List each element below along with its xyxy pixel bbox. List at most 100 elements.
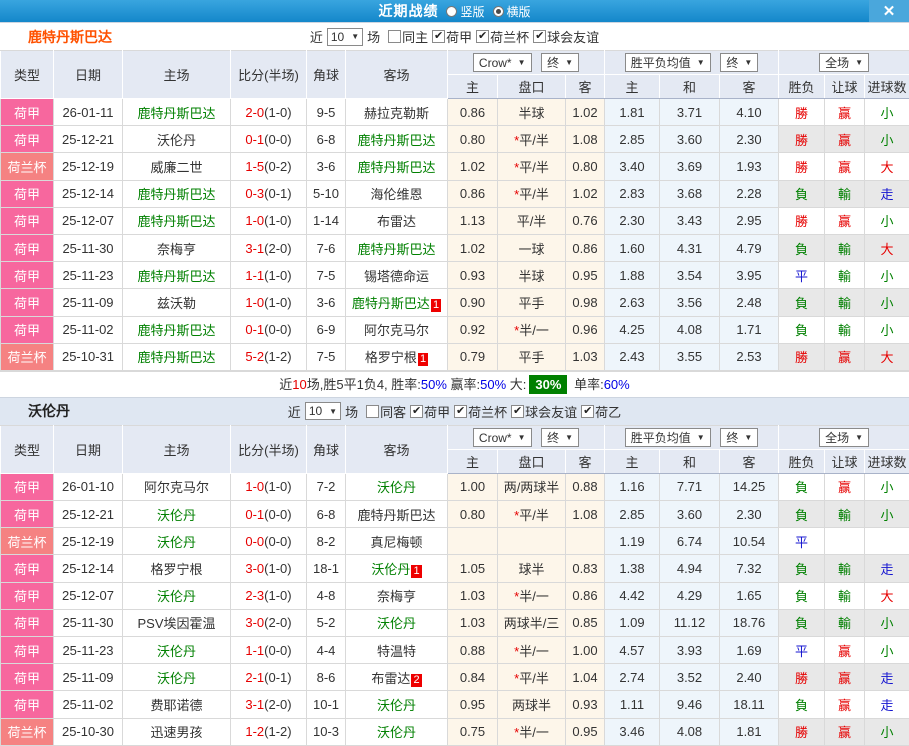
- filter-checkbox[interactable]: ✔ 荷甲: [432, 27, 472, 46]
- match-date-cell: 25-10-31: [53, 342, 123, 371]
- col-header-home: 主场: [122, 50, 231, 99]
- score-cell: 3-1(2-0): [230, 233, 307, 263]
- bookmaker-select[interactable]: Crow* ▼: [472, 428, 532, 448]
- rank-badge: 1: [430, 298, 442, 312]
- avg-draw-cell: 4.31: [659, 233, 720, 263]
- odds-away-cell: 1.03: [565, 342, 605, 371]
- col-header-handicap-result: 让球: [824, 448, 866, 474]
- filter-checkbox[interactable]: ✔ 球会友谊: [533, 27, 599, 46]
- avg-stage-select[interactable]: 终 ▼: [720, 53, 759, 72]
- handicap-result-cell: 輸: [824, 554, 866, 583]
- odds-stage-select[interactable]: 终 ▼: [541, 427, 580, 447]
- match-date-cell: 25-11-30: [53, 233, 123, 263]
- score-cell: 1-0(1-0): [230, 206, 307, 235]
- odds-home-cell: 0.79: [447, 342, 498, 371]
- close-button[interactable]: ✕: [869, 0, 909, 22]
- result-cell: 負: [778, 288, 826, 317]
- col-header-handicap: 盘口: [497, 448, 566, 474]
- checkbox-checked-icon: ✔: [476, 30, 490, 43]
- col-header-odds-home: 主: [447, 74, 498, 99]
- away-team-cell: 奈梅亨: [345, 581, 448, 610]
- bookmaker-select[interactable]: Crow* ▼: [472, 53, 532, 73]
- avg-away-cell: 1.71: [718, 315, 780, 344]
- match-count-select[interactable]: 10 ▼: [304, 402, 342, 421]
- checkbox-checked-icon: ✔: [511, 404, 525, 418]
- avg-select[interactable]: 胜平负均值 ▼: [624, 53, 711, 72]
- odds-home-cell: 0.95: [447, 690, 498, 719]
- col-header-avg-home: 主: [604, 448, 660, 474]
- avg-home-cell: 1.16: [604, 472, 660, 502]
- odds-home-cell: 1.03: [447, 608, 498, 638]
- away-team-cell: 鹿特丹斯巴达 1: [345, 288, 448, 317]
- layout-radio-horizontal[interactable]: 横版: [492, 3, 531, 20]
- filter-checkbox[interactable]: ✔ 荷兰杯: [454, 402, 507, 421]
- away-team-cell: 沃伦丹: [345, 717, 448, 746]
- filter-checkbox[interactable]: ✔ 球会友谊: [511, 402, 577, 421]
- match-date-cell: 25-11-09: [53, 288, 123, 317]
- odds-away-cell: 0.85: [565, 608, 605, 638]
- avg-away-cell: 2.53: [718, 342, 780, 371]
- full-time-score: 1-5: [245, 158, 265, 174]
- handicap-line: 平/半: [519, 187, 549, 203]
- avg-home-cell: 1.81: [604, 97, 660, 127]
- layout-radio-vertical[interactable]: 竖版: [446, 3, 485, 20]
- home-team-name: PSV埃因霍温: [137, 616, 216, 632]
- avg-away-cell: 1.69: [718, 635, 780, 665]
- home-team-name: 奈梅亨: [156, 241, 196, 257]
- col-header-goals: 进球数: [864, 74, 909, 99]
- handicap-line: 平/半: [519, 159, 549, 175]
- match-date-cell: 25-10-30: [53, 717, 123, 746]
- home-team-name: 费耶诺德: [150, 697, 203, 713]
- avg-draw-cell: 3.69: [659, 152, 720, 181]
- avg-home-cell: 1.88: [604, 261, 660, 290]
- away-team-name: 沃伦丹: [376, 616, 416, 632]
- corner-cell: 6-8: [306, 125, 346, 154]
- filter-checkbox[interactable]: 同主: [388, 27, 428, 46]
- col-header-result: 胜负: [778, 74, 826, 99]
- corner-cell: 3-6: [306, 288, 346, 317]
- handicap-line: 平手: [518, 350, 545, 366]
- scope-select[interactable]: 全场 ▼: [819, 427, 869, 447]
- full-time-score: 1-2: [245, 724, 265, 740]
- handicap-line: 两球半: [511, 697, 551, 713]
- half-time-score: (1-0): [264, 588, 292, 604]
- half-time-score: (0-0): [264, 642, 292, 658]
- scope-select[interactable]: 全场 ▼: [819, 53, 869, 72]
- handicap-cell: *平/半: [497, 152, 566, 181]
- odds-away-cell: 1.02: [565, 97, 605, 127]
- goals-result-cell: 小: [864, 125, 909, 154]
- avg-select[interactable]: 胜平负均值 ▼: [624, 427, 711, 447]
- goals-result-cell: [864, 527, 909, 556]
- league-type-cell: 荷兰杯: [0, 152, 54, 181]
- filter-checkbox[interactable]: ✔ 荷甲: [410, 402, 450, 421]
- odds-stage-select[interactable]: 终 ▼: [541, 52, 580, 72]
- filter-checkbox[interactable]: ✔ 荷乙: [581, 402, 621, 421]
- match-count-select[interactable]: 10 ▼: [326, 27, 364, 46]
- full-time-score: 2-3: [245, 588, 265, 604]
- table-row: 荷甲 25-12-07 沃伦丹 2-3(1-0) 4-8 奈梅亨 1.03 *半…: [0, 581, 909, 610]
- odds-away-cell: 1.08: [565, 500, 605, 529]
- table-row: 荷甲 25-12-07 鹿特丹斯巴达 1-0(1-0) 1-14 布雷达 1.1…: [0, 206, 909, 235]
- filter-checkbox[interactable]: 同客: [366, 402, 406, 421]
- score-cell: 0-1(0-0): [230, 125, 307, 154]
- goals-result-cell: 走: [864, 663, 909, 692]
- handicap-cell: 平手: [497, 342, 566, 371]
- result-cell: 負: [778, 233, 826, 263]
- odds-home-cell: 1.05: [447, 554, 498, 583]
- handicap-result-cell: 赢: [824, 342, 866, 371]
- result-cell: 負: [778, 554, 826, 583]
- half-time-score: (0-1): [264, 669, 292, 685]
- league-type-cell: 荷甲: [0, 179, 54, 208]
- league-type-cell: 荷甲: [0, 690, 54, 719]
- radio-icon: [446, 5, 458, 17]
- half-time-score: (0-2): [264, 158, 292, 174]
- avg-stage-select[interactable]: 终 ▼: [720, 427, 759, 447]
- table-row: 荷甲 26-01-11 鹿特丹斯巴达 2-0(1-0) 9-5 赫拉克勒斯 0.…: [0, 97, 909, 127]
- filter-label: 同主: [402, 30, 429, 45]
- filter-checkbox[interactable]: ✔ 荷兰杯: [476, 27, 529, 46]
- goals-result-cell: 大: [864, 342, 909, 371]
- table-row: 荷甲 25-11-02 鹿特丹斯巴达 0-1(0-0) 6-9 阿尔克马尔 0.…: [0, 315, 909, 344]
- corner-cell: 7-2: [306, 472, 346, 502]
- corner-cell: 8-6: [306, 663, 346, 692]
- result-group-header: 全场 ▼: [778, 50, 909, 75]
